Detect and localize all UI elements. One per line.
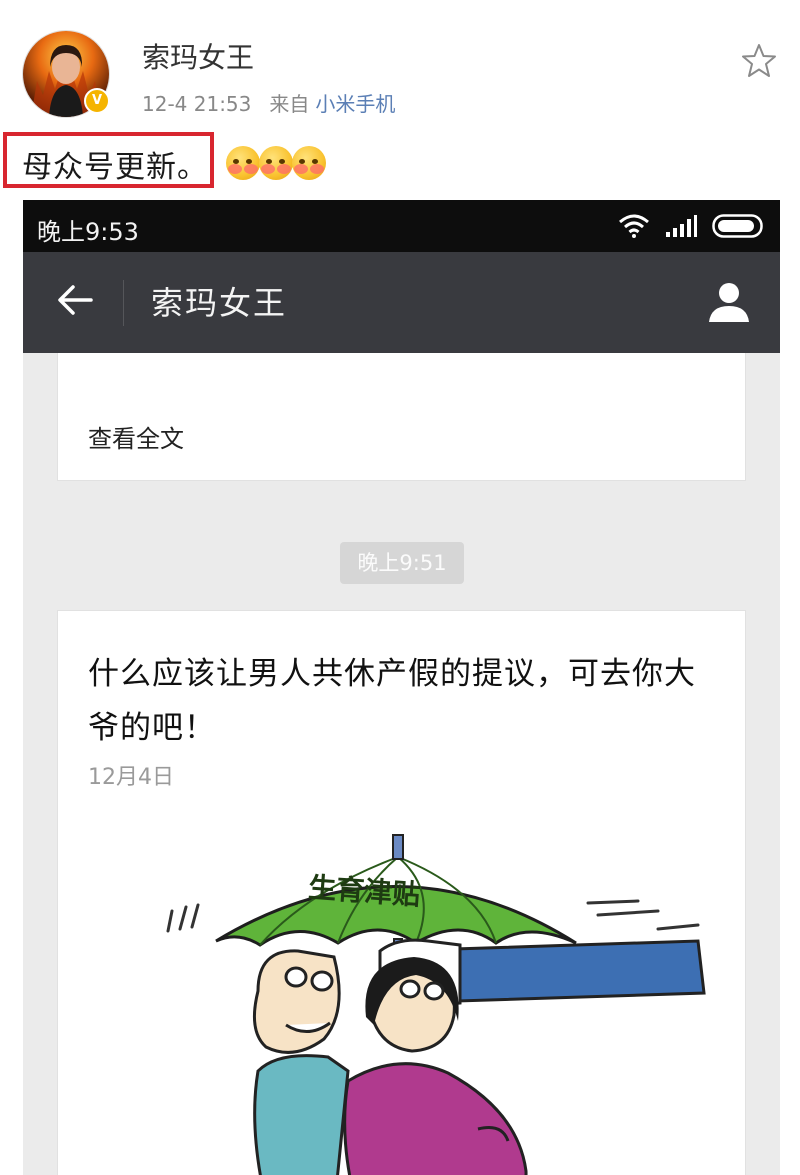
article-cover-image[interactable]: 生育津贴 [98, 811, 718, 1175]
blush-emoji-icon [226, 146, 260, 180]
wifi-icon [619, 214, 649, 238]
blush-emoji-icon [292, 146, 326, 180]
post-text: 母众号更新。 [22, 150, 208, 185]
post-meta: 12-4 21:53 来自 小米手机 [142, 88, 395, 117]
read-full-link[interactable]: 查看全文 [88, 419, 184, 454]
back-arrow-icon[interactable] [53, 278, 97, 322]
source-link[interactable]: 小米手机 [315, 92, 395, 116]
status-time: 晚上9:53 [37, 218, 139, 246]
post-timestamp: 12-4 21:53 [142, 92, 252, 116]
embedded-screenshot[interactable]: 晚上9:53 索玛女王 查看全文 晚上9:51 什么应该让男人共休产假的提议，可… [23, 200, 780, 1175]
verified-badge-icon: V [84, 88, 110, 114]
nav-title: 索玛女王 [151, 284, 288, 322]
article-card[interactable]: 什么应该让男人共休产假的提议，可去你大爷的吧！ 12月4日 生育津贴 [57, 610, 746, 1175]
author-name[interactable]: 索玛女王 [142, 36, 254, 76]
previous-article-card[interactable]: 查看全文 [57, 353, 746, 481]
star-outline-icon[interactable] [740, 42, 778, 80]
author-avatar[interactable]: V [22, 30, 110, 118]
article-title[interactable]: 什么应该让男人共休产假的提议，可去你大爷的吧！ [88, 647, 718, 755]
blush-emoji-icon [259, 146, 293, 180]
nav-divider [123, 280, 124, 326]
battery-icon [712, 214, 763, 238]
profile-icon[interactable] [705, 278, 753, 326]
article-date: 12月4日 [88, 765, 174, 790]
status-bar: 晚上9:53 [23, 200, 780, 252]
signal-bars-icon [666, 215, 697, 237]
message-time-pill: 晚上9:51 [340, 542, 464, 584]
source-prefix: 来自 [269, 92, 310, 116]
chat-nav-bar: 索玛女王 [23, 252, 780, 353]
emoji-row [226, 146, 326, 180]
status-icons [618, 212, 766, 240]
post-header: V 索玛女王 12-4 21:53 来自 小米手机 [0, 0, 800, 130]
